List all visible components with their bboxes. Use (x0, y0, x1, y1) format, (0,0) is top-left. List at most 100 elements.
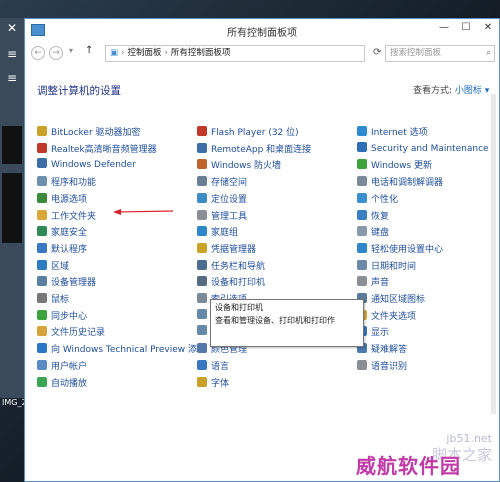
item-label: 默认程序 (51, 244, 88, 255)
control-panel-item[interactable]: 电源选项 (37, 192, 87, 206)
control-panel-item[interactable]: 日期和时间 (357, 259, 416, 273)
item-label: 声音 (371, 278, 390, 289)
control-panel-item[interactable]: 鼠标 (37, 292, 69, 306)
item-label: Windows 防火墙 (211, 161, 282, 172)
control-panel-item[interactable]: 语音识别 (357, 359, 407, 373)
control-panel-item[interactable]: 存储空间 (197, 175, 247, 189)
control-panel-item[interactable]: 疑难解答 (357, 342, 407, 356)
control-panel-item[interactable]: Windows Defender (37, 158, 136, 172)
forward-icon[interactable]: → (49, 46, 63, 60)
address-row: ← → ▾ ↑ ▣ › 控制面板 › 所有控制面板项 ⟳ 搜索控制面板 ⌕ (25, 43, 499, 65)
control-panel-item[interactable]: 声音 (357, 275, 389, 289)
back-icon[interactable]: ← (31, 46, 45, 60)
control-panel-item[interactable]: Windows 防火墙 (197, 158, 281, 172)
control-panel-item[interactable]: 电话和调制解调器 (357, 175, 443, 189)
maximize-icon[interactable]: ☐ (455, 19, 477, 37)
control-panel-item[interactable]: 设备和打印机 (197, 275, 265, 289)
desktop-file-label[interactable]: IMG_2 (2, 398, 27, 407)
control-panel-item[interactable]: Windows 更新 (357, 158, 432, 172)
devices-printers-icon (197, 276, 207, 287)
control-panel-item[interactable]: Flash Player (32 位) (197, 125, 299, 139)
item-label: Internet 选项 (371, 128, 428, 138)
scrollbar[interactable] (491, 94, 496, 414)
control-panel-item[interactable]: 凭据管理器 (197, 242, 256, 256)
refresh-icon[interactable]: ⟳ (373, 47, 381, 58)
default-programs-icon (37, 242, 47, 253)
control-panel-item[interactable]: 键盘 (357, 225, 389, 239)
control-panel-item[interactable]: Realtek高清晰音频管理器 (37, 142, 157, 156)
control-panel-item[interactable]: 家庭组 (197, 225, 238, 239)
control-panel-item[interactable]: 自动播放 (37, 376, 87, 390)
control-panel-item[interactable]: 工作文件夹 (37, 209, 96, 223)
control-panel-item[interactable]: 个性化 (357, 192, 398, 206)
menu-icon[interactable]: ≡ (2, 46, 22, 62)
watermark: jb51.net 脚本之家 威航软件园 (320, 432, 500, 482)
add-features-icon (37, 343, 47, 354)
breadcrumb-control-panel[interactable]: 控制面板 (127, 48, 161, 58)
work-folders-icon (37, 209, 47, 220)
control-panel-item[interactable]: 默认程序 (37, 242, 87, 256)
thumbnail-strip-2 (2, 173, 22, 243)
close-icon[interactable]: ✕ (2, 20, 22, 36)
control-panel-item[interactable]: 定位设置 (197, 192, 247, 206)
control-panel-item[interactable]: 向 Windows Technical Preview 添... (37, 342, 206, 356)
control-panel-item[interactable]: 语言 (197, 359, 229, 373)
watermark-logo: 威航软件园 (356, 454, 461, 478)
flash-icon (197, 126, 207, 136)
family-safety-icon (37, 226, 47, 237)
control-panel-item[interactable]: 文件历史记录 (37, 325, 105, 339)
address-bar[interactable]: ▣ › 控制面板 › 所有控制面板项 (105, 45, 365, 62)
control-panel-item[interactable]: RemoteApp 和桌面连接 (197, 142, 311, 156)
control-panel-item[interactable]: 恢复 (357, 209, 389, 223)
view-by-dropdown[interactable]: 小图标 ▾ (455, 86, 489, 96)
control-panel-item[interactable]: 轻松使用设置中心 (357, 242, 443, 256)
item-label: 家庭组 (211, 228, 239, 239)
control-panel-item[interactable] (197, 325, 211, 339)
control-panel-item[interactable]: 通知区域图标 (357, 292, 425, 306)
control-panel-item[interactable] (197, 308, 211, 323)
control-panel-item[interactable]: 文件夹选项 (357, 309, 416, 323)
control-panel-item[interactable]: 任务栏和导航 (197, 259, 265, 273)
search-input[interactable]: 搜索控制面板 ⌕ (385, 45, 495, 62)
control-panel-item[interactable]: Internet 选项 (357, 125, 428, 139)
mouse-icon (37, 293, 47, 303)
control-panel-item[interactable]: 管理工具 (197, 209, 247, 223)
menu-icon-2[interactable]: ≡ (2, 70, 22, 86)
control-panel-item[interactable]: Security and Maintenance (357, 141, 489, 156)
item-label: 鼠标 (51, 295, 70, 305)
control-panel-item[interactable]: 同步中心 (37, 309, 87, 323)
item-label: Windows 更新 (371, 161, 433, 172)
homegroup-icon (197, 226, 207, 237)
control-panel-item[interactable]: BitLocker 驱动器加密 (37, 125, 141, 139)
programs-icon (37, 176, 47, 187)
up-icon[interactable]: ↑ (85, 45, 93, 56)
breadcrumb-all-items[interactable]: 所有控制面板项 (171, 48, 231, 58)
item-label: Security and Maintenance (371, 143, 489, 154)
item-label: 轻松使用设置中心 (371, 244, 444, 255)
item-label: 定位设置 (211, 194, 248, 205)
security-maintenance-icon (357, 141, 367, 152)
minimize-icon[interactable]: — (433, 19, 455, 37)
phone-modem-icon (357, 176, 367, 187)
control-panel-item[interactable]: 字体 (197, 376, 229, 390)
taskbar-icon (197, 259, 207, 270)
power-icon (37, 192, 47, 203)
item-label: 电话和调制解调器 (371, 178, 444, 189)
control-panel-item[interactable]: 家庭安全 (37, 225, 87, 239)
control-panel-item[interactable]: 区域 (37, 259, 69, 273)
item-label: Windows Defender (51, 160, 136, 171)
control-panel-item[interactable]: 程序和功能 (37, 175, 96, 189)
control-panel-item[interactable]: 用户帐户 (37, 359, 87, 373)
sync-icon (37, 309, 47, 320)
search-icon[interactable]: ⌕ (486, 46, 491, 61)
search-placeholder: 搜索控制面板 (390, 48, 442, 58)
item-label: 设备管理器 (51, 278, 97, 289)
control-panel-item[interactable]: 设备管理器 (37, 275, 96, 289)
item-label: Realtek高清晰音频管理器 (51, 144, 157, 155)
blank-icon (197, 325, 207, 336)
item-label: 文件历史记录 (51, 328, 106, 339)
item-label: 程序和功能 (51, 178, 97, 189)
close-window-icon[interactable]: ✕ (477, 19, 499, 37)
recent-dropdown-icon[interactable]: ▾ (69, 46, 73, 55)
admin-tools-icon (197, 209, 207, 220)
